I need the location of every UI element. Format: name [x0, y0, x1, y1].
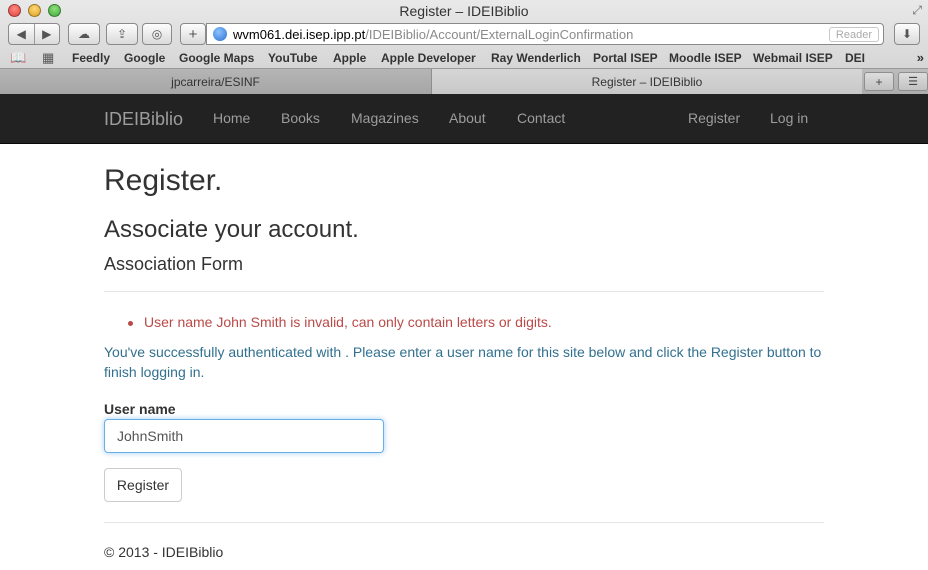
forward-arrow-icon[interactable]: ▶: [35, 27, 60, 41]
downloads-button[interactable]: ⬇: [894, 23, 920, 45]
bookmark-item[interactable]: Moodle ISEP: [669, 51, 742, 65]
fullscreen-icon[interactable]: ⤢: [912, 3, 922, 18]
back-arrow-icon[interactable]: ◀: [9, 27, 34, 41]
bookmark-item[interactable]: Feedly: [72, 51, 110, 65]
nav-contact[interactable]: Contact: [517, 110, 565, 126]
site-brand[interactable]: IDEIBiblio: [104, 109, 183, 130]
bookmark-item[interactable]: Webmail ISEP: [753, 51, 833, 65]
divider: [104, 291, 824, 292]
bookmark-item[interactable]: Ray Wenderlich: [491, 51, 581, 65]
form-title: Association Form: [104, 254, 244, 274]
bookmark-item[interactable]: Google Maps: [179, 51, 254, 65]
new-tab-icon[interactable]: +: [864, 72, 894, 91]
nav-login[interactable]: Log in: [770, 110, 808, 126]
nav-register[interactable]: Register: [688, 110, 740, 126]
error-message: User name John Smith is invalid, can onl…: [104, 314, 824, 330]
book-icon[interactable]: 📖: [10, 50, 26, 66]
bookmark-item[interactable]: Apple Developer: [381, 51, 476, 65]
username-label: User name: [104, 401, 176, 417]
grid-icon[interactable]: ▦: [42, 50, 54, 66]
share-button[interactable]: ⇪: [106, 23, 138, 45]
nav-about[interactable]: About: [449, 110, 486, 126]
bookmark-item[interactable]: YouTube: [268, 51, 318, 65]
reader-button[interactable]: Reader: [828, 27, 879, 42]
url-host: wvm061.dei.isep.ipp.pt: [233, 26, 366, 42]
browser-chrome: Register – IDEIBiblio ⤢ ◀ ▶ ☁ ⇪ ◎ + wvm0…: [0, 0, 928, 94]
info-text: You've successfully authenticated with .…: [104, 344, 822, 380]
page-subtitle: Associate your account.: [104, 216, 359, 243]
download-icon: ⬇: [901, 27, 913, 41]
title-bar: Register – IDEIBiblio ⤢: [0, 0, 928, 22]
more-bookmarks-icon[interactable]: »: [917, 50, 924, 65]
bookmark-item[interactable]: Google: [124, 51, 165, 65]
back-forward-group: ◀ ▶: [8, 23, 60, 45]
bookmark-item[interactable]: Portal ISEP: [593, 51, 658, 65]
globe-icon: [213, 27, 227, 41]
url-path: /IDEIBiblio/Account/ExternalLoginConfirm…: [365, 26, 634, 42]
register-button[interactable]: Register: [104, 468, 182, 502]
sidebar-button[interactable]: ◎: [142, 23, 172, 45]
icloud-tabs-button[interactable]: ☁: [68, 23, 100, 45]
address-bar[interactable]: wvm061.dei.isep.ipp.pt /IDEIBiblio/Accou…: [206, 23, 884, 45]
page-title: Register.: [104, 164, 223, 197]
add-bookmark-button[interactable]: +: [180, 23, 206, 45]
tab-bar: jpcarreira/ESINF Register – IDEIBiblio +…: [0, 68, 928, 94]
footer-text: © 2013 - IDEIBiblio: [104, 544, 224, 560]
validation-summary: User name John Smith is invalid, can onl…: [104, 314, 824, 330]
cloud-icon: ☁: [78, 27, 90, 41]
bookmark-item[interactable]: DEI: [845, 51, 865, 65]
tab-esinf[interactable]: jpcarreira/ESINF: [0, 69, 432, 94]
bookmark-item[interactable]: Apple: [333, 51, 366, 65]
browser-toolbar: ◀ ▶ ☁ ⇪ ◎ + wvm061.dei.isep.ipp.pt /IDEI…: [0, 22, 928, 48]
bookmarks-bar: 📖 ▦ Feedly Google Google Maps YouTube Ap…: [0, 48, 928, 68]
reading-list-icon: ◎: [151, 27, 163, 41]
site-navbar: IDEIBiblio Home Books Magazines About Co…: [0, 94, 928, 144]
nav-books[interactable]: Books: [281, 110, 320, 126]
nav-magazines[interactable]: Magazines: [351, 110, 419, 126]
window-title: Register – IDEIBiblio: [399, 3, 529, 19]
tab-register[interactable]: Register – IDEIBiblio: [432, 69, 862, 94]
username-field[interactable]: [104, 419, 384, 453]
tab-overview-icon[interactable]: ☰: [898, 72, 928, 91]
nav-home[interactable]: Home: [213, 110, 250, 126]
divider: [104, 522, 824, 523]
plus-icon: +: [188, 25, 198, 43]
share-icon: ⇪: [116, 27, 128, 41]
